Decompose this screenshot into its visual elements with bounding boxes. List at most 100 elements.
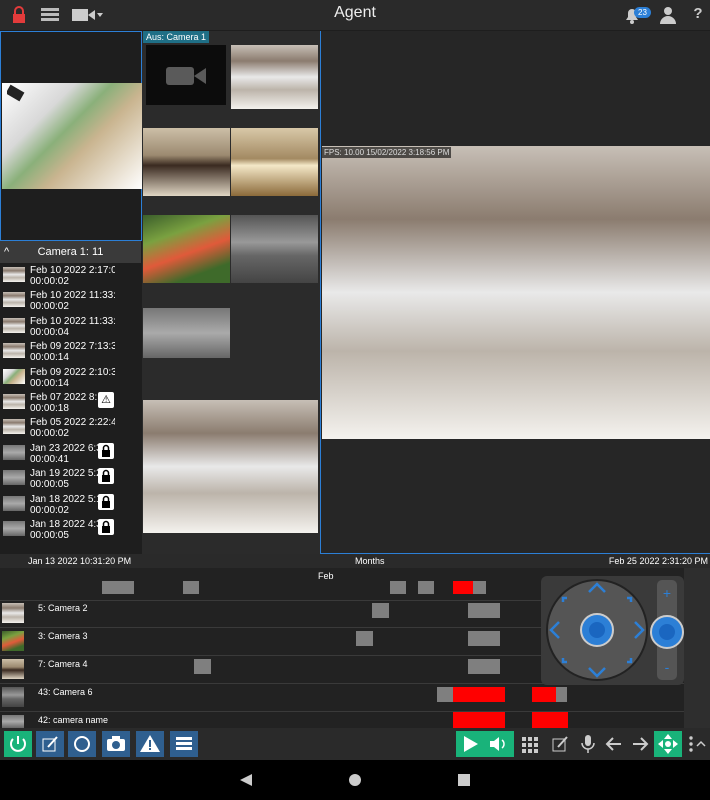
microphone-button[interactable] (574, 731, 602, 757)
more-menu-button[interactable] (684, 731, 708, 757)
range-start: Jan 13 2022 10:31:20 PM (28, 556, 132, 566)
event-thumbnail (3, 444, 25, 460)
event-duration: 00:00:05 (30, 479, 69, 491)
ptz-dpad[interactable]: + - (541, 576, 684, 685)
camera-icon (107, 736, 125, 751)
edit-icon (42, 736, 58, 752)
notification-badge: 23 (634, 7, 651, 18)
timeline-range-bar: Jan 13 2022 10:31:20 PM Months Feb 25 20… (0, 554, 710, 568)
event-list-item[interactable]: Jan 23 2022 6:3 00:00:41 (0, 441, 141, 466)
event-thumbnail (3, 394, 25, 409)
microphone-icon (581, 735, 595, 753)
event-duration: 00:00:02 (30, 301, 69, 313)
event-duration: 00:00:04 (30, 326, 69, 338)
event-date: Feb 10 2022 11:33:1 (30, 290, 115, 302)
user-icon[interactable] (658, 5, 678, 25)
android-nav-bar (0, 760, 710, 800)
edit-toggle-button[interactable] (546, 731, 574, 757)
svg-text:+: + (663, 585, 671, 601)
recents-icon[interactable] (456, 772, 472, 788)
event-thumbnail (3, 495, 25, 511)
event-list-header: ^ Camera 1: 11 (0, 241, 141, 263)
move-arrows-icon (658, 734, 678, 754)
camera-tile[interactable] (143, 128, 230, 196)
camera-tile-offline[interactable] (146, 45, 226, 105)
back-icon[interactable] (238, 772, 254, 788)
timeline-row[interactable]: 43: Camera 6 (0, 684, 684, 712)
event-list-item[interactable]: Feb 09 2022 7:13:37 00:00:14 (0, 339, 141, 364)
more-vertical-icon (689, 736, 706, 752)
event-thumbnail (3, 343, 25, 359)
camera-tile[interactable] (143, 308, 230, 358)
event-date: Feb 05 2022 2:22:45 (30, 417, 115, 429)
floorplan-pane[interactable] (0, 31, 142, 241)
power-button[interactable] (4, 731, 32, 757)
camera-marker-icon (7, 84, 25, 102)
event-list-item[interactable]: Feb 10 2022 11:33:1 00:00:04 (0, 314, 141, 339)
camera-tile[interactable] (231, 215, 318, 283)
event-date: Feb 10 2022 11:33:1 (30, 315, 115, 327)
camera-tile[interactable] (143, 215, 230, 283)
event-list-item[interactable]: Feb 10 2022 11:33:1 00:00:02 (0, 288, 141, 313)
main-view[interactable]: FPS: 10.00 15/02/2022 3:18:56 PM (320, 31, 710, 554)
top-bar: Agent 23 ? (0, 0, 710, 30)
timeline-row[interactable]: 42: camera name (0, 712, 684, 728)
range-label[interactable]: Months (355, 556, 385, 566)
ptz-control: + - (541, 576, 684, 685)
list-icon (176, 737, 192, 750)
range-end: Feb 25 2022 2:31:20 PM (608, 556, 708, 566)
snapshot-button[interactable] (102, 731, 130, 757)
event-duration: 00:00:14 (30, 352, 69, 364)
event-duration: 00:00:05 (30, 530, 69, 541)
camera-thumbnail (2, 715, 24, 728)
event-list: Feb 10 2022 2:17:02 00:00:02 Feb 10 2022 1… (0, 263, 141, 553)
camera-grid: Aus: Camera 1 (142, 31, 320, 554)
timeline-row-label: 7: Camera 4 (38, 659, 88, 669)
event-thumbnail (3, 368, 25, 384)
event-duration: 00:00:14 (30, 377, 69, 389)
list-header-label: Camera 1: 11 (37, 246, 104, 258)
timeline-row-label: 42: camera name (38, 715, 109, 725)
camera-tile[interactable] (231, 45, 318, 109)
fps-overlay: FPS: 10.00 15/02/2022 3:18:56 PM (322, 147, 452, 158)
lock-icon (98, 519, 114, 535)
previous-button[interactable] (600, 731, 628, 757)
event-date: Feb 09 2022 7:13:37 (30, 341, 115, 353)
event-list-item[interactable]: Jan 19 2022 5:2 00:00:05 (0, 466, 141, 491)
next-button[interactable] (626, 731, 654, 757)
help-icon[interactable]: ? (688, 5, 708, 25)
timeline-row-label: 43: Camera 6 (38, 687, 93, 697)
lock-icon (98, 468, 114, 485)
event-list-item[interactable]: Feb 10 2022 2:17:02 00:00:02 (0, 263, 141, 288)
edit-button[interactable] (36, 731, 64, 757)
event-list-item[interactable]: Jan 18 2022 5:1 00:00:02 (0, 492, 141, 517)
event-list-item[interactable]: Feb 07 2022 8:1 00:00:18 ⚠ (0, 390, 141, 415)
camera-label: Aus: Camera 1 (143, 31, 210, 43)
camera-tile[interactable] (231, 128, 318, 196)
play-audio-group[interactable] (456, 731, 514, 757)
main-camera-feed[interactable] (322, 146, 710, 439)
timeline-scrollbar[interactable] (684, 568, 710, 728)
camera-tile[interactable] (143, 400, 318, 533)
event-thumbnail (3, 267, 25, 282)
event-list-item[interactable]: Feb 05 2022 2:22:45 00:00:02 (0, 415, 141, 440)
event-list-item[interactable]: Feb 09 2022 2:10:39 00:00:14 (0, 365, 141, 390)
record-button[interactable] (68, 731, 96, 757)
list-button[interactable] (170, 731, 198, 757)
grid-button[interactable] (516, 731, 544, 757)
event-duration: 00:00:02 (30, 504, 69, 516)
warning-icon (140, 735, 160, 752)
camera-thumbnail (2, 659, 24, 679)
home-icon[interactable] (347, 772, 363, 788)
ptz-toggle-button[interactable] (654, 731, 682, 757)
alert-button[interactable] (136, 731, 164, 757)
event-duration: 00:00:02 (30, 276, 69, 287)
event-thumbnail (3, 317, 25, 333)
video-camera-icon (166, 67, 206, 85)
timeline-row-label: 3: Camera 3 (38, 631, 88, 641)
event-duration: 00:00:18 (30, 403, 69, 414)
play-icon (464, 736, 505, 752)
record-circle-icon (74, 736, 90, 752)
event-list-item[interactable]: Jan 18 2022 4:3 00:00:05 (0, 517, 141, 542)
collapse-chevron-icon[interactable]: ^ (4, 241, 9, 263)
